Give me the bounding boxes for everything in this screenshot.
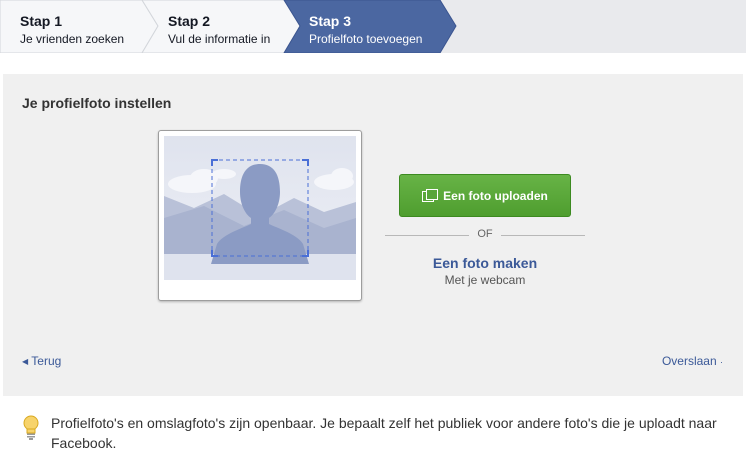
step-1[interactable]: Stap 1 Je vrienden zoeken xyxy=(0,0,142,53)
profile-photo-placeholder xyxy=(158,130,362,301)
step-2-description: Vul de informatie in xyxy=(168,32,271,46)
step-1-number: Stap 1 xyxy=(20,13,63,29)
step-2-number: Stap 2 xyxy=(168,13,211,29)
left-arrow-icon: ◀ xyxy=(22,357,29,366)
step-3-description: Profielfoto toevoegen xyxy=(309,32,423,46)
back-link[interactable]: ◀ Terug xyxy=(22,354,61,368)
lightbulb-icon xyxy=(23,415,39,440)
step-3[interactable]: Stap 3 Profielfoto toevoegen xyxy=(292,0,442,53)
silhouette-placeholder-image xyxy=(164,136,356,280)
right-arrow-icon: · xyxy=(720,357,723,367)
step-2[interactable]: Stap 2 Vul de informatie in xyxy=(150,0,290,53)
step-3-number: Stap 3 xyxy=(309,13,352,29)
panel-title: Je profielfoto instellen xyxy=(22,95,172,111)
privacy-notice-text: Profielfoto's en omslagfoto's zijn openb… xyxy=(51,415,717,451)
step-indicator: Stap 1 Je vrienden zoeken Stap 2 Vul de … xyxy=(0,0,746,53)
upload-photos-icon xyxy=(422,189,439,202)
profile-photo-panel: Je profielfoto instellen Een foto upload… xyxy=(3,74,743,396)
skip-label: Overslaan xyxy=(661,354,717,368)
skip-link[interactable]: Overslaan · xyxy=(662,354,723,368)
upload-photo-label: Een foto uploaden xyxy=(443,188,548,203)
upload-photo-button[interactable]: Een foto uploaden xyxy=(399,174,571,217)
step-1-description: Je vrienden zoeken xyxy=(20,32,125,46)
take-photo-link[interactable]: Een foto maken xyxy=(385,255,585,271)
or-label: OF xyxy=(469,228,501,240)
back-label: Terug xyxy=(31,354,62,368)
take-photo-subtitle: Met je webcam xyxy=(444,273,526,287)
